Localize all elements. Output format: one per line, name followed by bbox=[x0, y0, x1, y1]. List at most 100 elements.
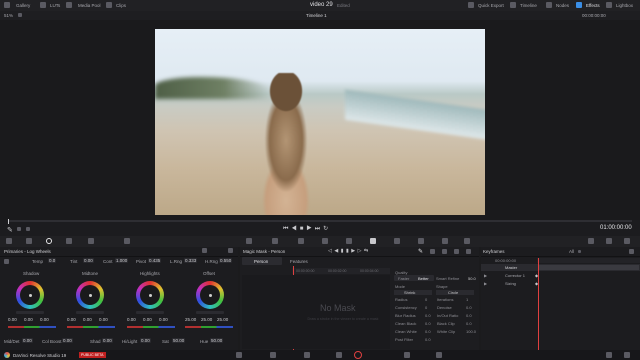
highlights-b-value[interactable]: 0.00 bbox=[159, 317, 168, 322]
primaries-wheel-icon[interactable] bbox=[46, 238, 52, 244]
home-icon[interactable] bbox=[606, 352, 612, 358]
scrubber-track[interactable] bbox=[8, 220, 632, 222]
fairlight-page-icon[interactable] bbox=[404, 352, 410, 358]
scopes-icon[interactable] bbox=[588, 238, 594, 244]
keyframe-row[interactable]: ▶ Sizing ◆ bbox=[481, 280, 640, 288]
dropdown-icon[interactable] bbox=[26, 227, 30, 231]
shad-field[interactable]: 0.00 bbox=[102, 338, 113, 343]
param-value[interactable]: 0 bbox=[425, 305, 427, 310]
info-icon[interactable] bbox=[606, 238, 612, 244]
magic-mask-icon[interactable] bbox=[370, 238, 376, 244]
midtone-g-value[interactable]: 0.00 bbox=[83, 317, 92, 322]
loop-icon[interactable]: ↻ bbox=[323, 226, 331, 232]
nodes-button[interactable]: Nodes bbox=[556, 3, 569, 8]
zoom-select[interactable]: 51% bbox=[4, 13, 13, 18]
3d-icon[interactable] bbox=[464, 238, 470, 244]
tab-features[interactable]: Features bbox=[284, 257, 324, 265]
gallery-button[interactable]: Gallery bbox=[16, 3, 30, 8]
cut-page-icon[interactable] bbox=[270, 352, 276, 358]
gallery-icon[interactable] bbox=[4, 2, 10, 8]
auto-balance-icon[interactable] bbox=[4, 259, 9, 264]
param-value[interactable]: 0.0 bbox=[425, 337, 431, 342]
colboost-field[interactable]: 0.00 bbox=[62, 338, 73, 343]
midtone-b-value[interactable]: 0.00 bbox=[99, 317, 108, 322]
window-icon[interactable] bbox=[322, 238, 328, 244]
timeline-icon[interactable] bbox=[510, 2, 516, 8]
expand-icon[interactable]: ▶ bbox=[484, 281, 487, 286]
rgb-mixer-icon[interactable] bbox=[88, 238, 94, 244]
shadow-b-value[interactable]: 0.00 bbox=[40, 317, 49, 322]
offset-r-value[interactable]: 25.00 bbox=[185, 317, 196, 322]
video-frame[interactable] bbox=[155, 29, 485, 215]
color-page-icon[interactable] bbox=[354, 351, 362, 359]
pen-icon[interactable]: ✎ bbox=[7, 226, 13, 234]
blur-icon[interactable] bbox=[394, 238, 400, 244]
keyframe-row[interactable]: ▶ Corrector 1 ◆ bbox=[481, 272, 640, 280]
highlights-g-value[interactable]: 0.00 bbox=[143, 317, 152, 322]
color-warper-icon[interactable] bbox=[272, 238, 278, 244]
curves-icon[interactable] bbox=[246, 238, 252, 244]
offset-master-slider[interactable] bbox=[196, 311, 224, 314]
last-frame-icon[interactable]: ⏭ bbox=[315, 226, 323, 232]
midtone-master-slider[interactable] bbox=[76, 311, 104, 314]
quick-export-icon[interactable] bbox=[468, 2, 474, 8]
pivot-field[interactable]: 0.435 bbox=[148, 258, 162, 263]
param-value[interactable]: 1 bbox=[466, 297, 468, 302]
playhead[interactable] bbox=[8, 219, 9, 224]
subtract-stroke-icon[interactable] bbox=[430, 249, 435, 254]
mask-options-icon[interactable] bbox=[454, 249, 459, 254]
middetail-field[interactable]: 0.00 bbox=[22, 338, 33, 343]
offset-b-value[interactable]: 25.00 bbox=[217, 317, 228, 322]
param-value[interactable]: 0.0 bbox=[425, 313, 431, 318]
edit-page-icon[interactable] bbox=[304, 352, 310, 358]
overlay-icon[interactable] bbox=[442, 249, 447, 254]
shape-select[interactable]: Circle bbox=[436, 290, 474, 295]
timeline-button[interactable]: Timeline bbox=[520, 3, 537, 8]
deliver-page-icon[interactable] bbox=[436, 352, 442, 358]
keyframe-diamond-icon[interactable]: ◆ bbox=[535, 273, 538, 278]
expand-icon[interactable]: ▶ bbox=[484, 273, 487, 278]
lightbox-button[interactable]: Lightbox bbox=[616, 3, 633, 8]
offset-wheel[interactable] bbox=[196, 281, 224, 309]
keyframes-icon[interactable] bbox=[624, 238, 630, 244]
param-value[interactable]: 0.0 bbox=[466, 313, 472, 318]
cont-field[interactable]: 1.000 bbox=[115, 258, 129, 263]
offset-g-value[interactable]: 25.00 bbox=[201, 317, 212, 322]
nodes-icon[interactable] bbox=[546, 2, 552, 8]
play-icon[interactable]: ▶ bbox=[306, 226, 314, 232]
fusion-page-icon[interactable] bbox=[336, 352, 342, 358]
chevron-down-icon[interactable] bbox=[18, 13, 22, 17]
qualifier-icon[interactable] bbox=[298, 238, 304, 244]
clips-icon[interactable] bbox=[106, 2, 112, 8]
shadow-r-value[interactable]: 0.00 bbox=[8, 317, 17, 322]
motion-effects-icon[interactable] bbox=[124, 238, 130, 244]
highlights-wheel[interactable] bbox=[136, 281, 164, 309]
key-icon[interactable] bbox=[418, 238, 424, 244]
shadow-g-value[interactable]: 0.00 bbox=[24, 317, 33, 322]
clips-button[interactable]: Clips bbox=[116, 3, 126, 8]
more-options-icon[interactable] bbox=[228, 248, 233, 253]
sat-field[interactable]: 50.00 bbox=[172, 338, 186, 343]
highrange-field[interactable]: 0.550 bbox=[219, 258, 233, 263]
mode-select[interactable]: Shrink bbox=[394, 290, 432, 295]
filter-chevron-icon[interactable] bbox=[578, 250, 581, 253]
tab-person[interactable]: Person bbox=[242, 257, 282, 265]
camera-raw-icon[interactable] bbox=[6, 238, 12, 244]
media-page-icon[interactable] bbox=[236, 352, 242, 358]
timeline-name[interactable]: Timeline 1 bbox=[306, 13, 327, 18]
param-value[interactable]: 0.0 bbox=[425, 321, 431, 326]
param-value[interactable]: 0.0 bbox=[466, 321, 472, 326]
shadow-master-slider[interactable] bbox=[16, 311, 44, 314]
highlights-r-value[interactable]: 0.00 bbox=[127, 317, 136, 322]
keyframe-options-icon[interactable] bbox=[629, 249, 634, 254]
param-value[interactable]: 0 bbox=[425, 297, 427, 302]
mask-track-area[interactable]: No Mask Draw a stroke in the viewer to c… bbox=[242, 275, 390, 349]
shadow-wheel[interactable] bbox=[16, 281, 44, 309]
temp-field[interactable]: 0.0 bbox=[48, 258, 57, 263]
param-value[interactable]: 0.0 bbox=[425, 329, 431, 334]
lowrange-field[interactable]: 0.333 bbox=[184, 258, 198, 263]
effects-icon[interactable] bbox=[576, 2, 582, 8]
media-pool-button[interactable]: Media Pool bbox=[78, 3, 101, 8]
midtone-r-value[interactable]: 0.00 bbox=[67, 317, 76, 322]
media-pool-icon[interactable] bbox=[66, 2, 72, 8]
